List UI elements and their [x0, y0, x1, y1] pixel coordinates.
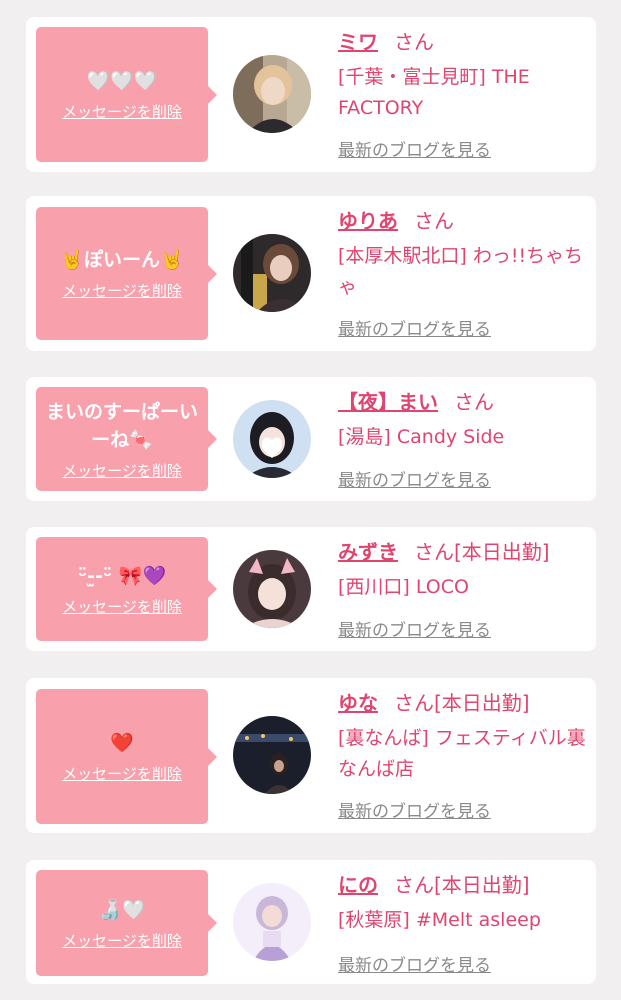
message-bubble: まいのすーぱーいーね🍬 メッセージを削除 — [36, 387, 217, 491]
avatar-photo — [233, 716, 311, 794]
delete-message-link[interactable]: メッセージを削除 — [62, 596, 182, 617]
shop-name: [本厚木駅北口] わっ!!ちゃちゃ — [338, 245, 584, 298]
avatar-photo — [233, 883, 311, 961]
avatar[interactable] — [233, 550, 311, 628]
message-card-2: 🤘ぽいーん🤘 メッセージを削除 ゆりあ さん [本厚木駅北口] わっ!!ちゃちゃ … — [26, 196, 596, 351]
avatar-photo — [233, 550, 311, 628]
name-line: ゆりあ さん — [338, 206, 588, 236]
message-card-1: 🤍🤍🤍 メッセージを削除 ミワ さん [千葉・富士見町] THE FACTORY … — [26, 17, 596, 172]
shop-name: [西川口] LOCO — [338, 576, 469, 598]
card-info: ゆな さん[本日出勤] [裏なんば] フェスティバル裏なんば店 — [338, 688, 588, 785]
cast-name-link[interactable]: ミワ — [338, 30, 378, 54]
delete-message-link[interactable]: メッセージを削除 — [62, 930, 182, 951]
message-bubble: 🤘ぽいーん🤘 メッセージを削除 — [36, 207, 217, 340]
cast-name-link[interactable]: ゆりあ — [338, 209, 398, 233]
message-text: 🤍🤍🤍 — [86, 70, 158, 92]
cast-name-link[interactable]: 【夜】まい — [338, 390, 438, 414]
avatar[interactable] — [233, 716, 311, 794]
latest-blog-link[interactable]: 最新のブログを見る — [338, 797, 491, 822]
cast-name-link[interactable]: みずき — [338, 540, 398, 564]
message-bubble: 🤍🤍🤍 メッセージを削除 — [36, 27, 217, 162]
card-info: ゆりあ さん [本厚木駅北口] わっ!!ちゃちゃ — [338, 206, 588, 303]
avatar[interactable] — [233, 55, 311, 133]
message-bubble: ❤️ メッセージを削除 — [36, 689, 217, 824]
latest-blog-link[interactable]: 最新のブログを見る — [338, 136, 491, 161]
message-card-6: 🍶🤍 メッセージを削除 にの さん[本日出勤] [秋葉原] #Melt aslee… — [26, 860, 596, 984]
name-line: ミワ さん — [338, 27, 588, 57]
delete-message-link[interactable]: メッセージを削除 — [62, 101, 182, 122]
avatar[interactable] — [233, 234, 311, 312]
card-info: 【夜】まい さん [湯島] Candy Side — [338, 387, 588, 453]
message-card-5: ❤️ メッセージを削除 ゆな さん[本日出勤] [裏なんば] フェスティバル裏なん… — [26, 678, 596, 833]
name-line: みずき さん[本日出勤] — [338, 537, 588, 567]
status-tag: [本日出勤] — [434, 873, 530, 897]
message-card-4: ᵕ̈-̫-ᵕ̈ 🎀💜 メッセージを削除 みずき さん[本日出勤] [西川口] LO… — [26, 527, 596, 651]
shop-name: [湯島] Candy Side — [338, 426, 505, 448]
card-info: にの さん[本日出勤] [秋葉原] #Melt asleep — [338, 870, 588, 936]
delete-message-link[interactable]: メッセージを削除 — [62, 460, 182, 481]
status-tag: [本日出勤] — [454, 540, 550, 564]
avatar[interactable] — [233, 883, 311, 961]
status-tag: [本日出勤] — [434, 691, 530, 715]
latest-blog-link[interactable]: 最新のブログを見る — [338, 315, 491, 340]
avatar-photo — [233, 55, 311, 133]
message-bubble: ᵕ̈-̫-ᵕ̈ 🎀💜 メッセージを削除 — [36, 537, 217, 641]
cast-name-link[interactable]: ゆな — [338, 691, 378, 715]
delete-message-link[interactable]: メッセージを削除 — [62, 280, 182, 301]
message-text: まいのすーぱーいーね🍬 — [45, 400, 198, 451]
honorific: さん — [454, 390, 494, 414]
shop-name: [千葉・富士見町] THE FACTORY — [338, 66, 530, 119]
delete-message-link[interactable]: メッセージを削除 — [62, 763, 182, 784]
name-line: にの さん[本日出勤] — [338, 870, 588, 900]
honorific: さん — [414, 209, 454, 233]
message-text: 🍶🤍 — [98, 898, 146, 921]
latest-blog-link[interactable]: 最新のブログを見る — [338, 951, 491, 976]
cast-name-link[interactable]: にの — [338, 873, 378, 897]
shop-name: [秋葉原] #Melt asleep — [338, 909, 541, 931]
honorific: さん — [394, 873, 434, 897]
honorific: さん — [414, 540, 454, 564]
avatar[interactable] — [233, 400, 311, 478]
message-text: ᵕ̈-̫-ᵕ̈ 🎀💜 — [77, 564, 167, 587]
name-line: ゆな さん[本日出勤] — [338, 688, 588, 718]
message-bubble: 🍶🤍 メッセージを削除 — [36, 870, 217, 976]
message-card-3: まいのすーぱーいーね🍬 メッセージを削除 【夜】まい さん [湯島] Candy … — [26, 377, 596, 501]
avatar-photo — [233, 234, 311, 312]
latest-blog-link[interactable]: 最新のブログを見る — [338, 616, 491, 641]
latest-blog-link[interactable]: 最新のブログを見る — [338, 466, 491, 491]
shop-name: [裏なんば] フェスティバル裏なんば店 — [338, 727, 586, 780]
honorific: さん — [394, 30, 434, 54]
avatar-photo — [233, 400, 311, 478]
name-line: 【夜】まい さん — [338, 387, 588, 417]
message-text: 🤘ぽいーん🤘 — [60, 249, 184, 271]
card-info: ミワ さん [千葉・富士見町] THE FACTORY — [338, 27, 588, 124]
honorific: さん — [394, 691, 434, 715]
card-info: みずき さん[本日出勤] [西川口] LOCO — [338, 537, 588, 603]
message-text: ❤️ — [110, 732, 134, 754]
